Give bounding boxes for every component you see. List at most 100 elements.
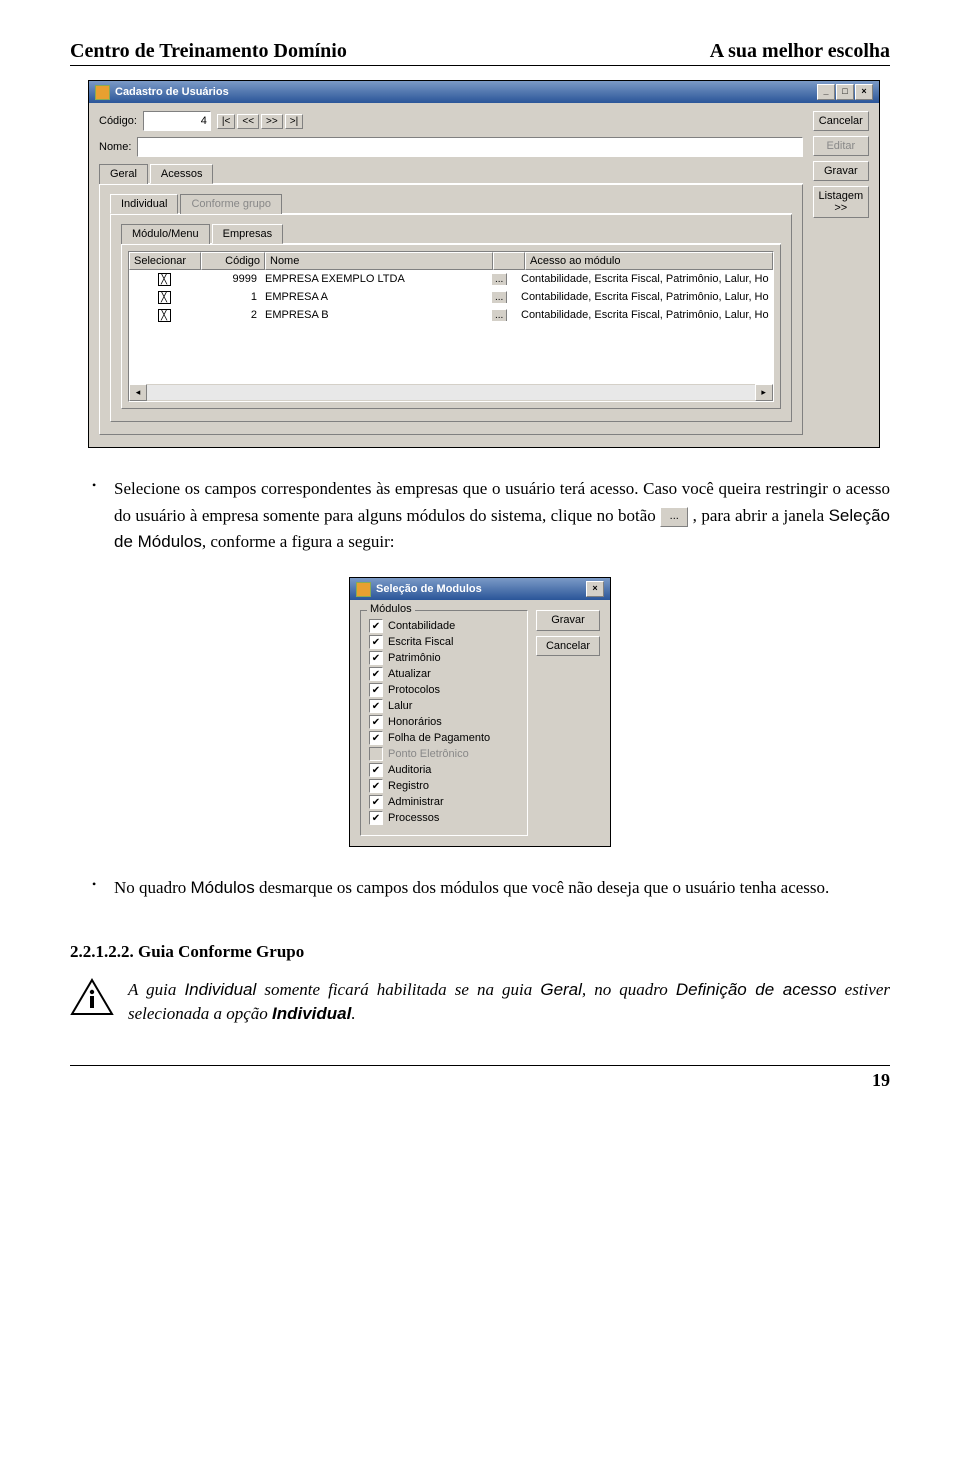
checkbox[interactable]: ╳	[158, 309, 171, 322]
module-checkbox-row[interactable]: ✔Honorários	[369, 715, 519, 729]
paragraph-2: No quadro Módulos desmarque os campos do…	[70, 875, 890, 901]
page-number: 19	[70, 1070, 890, 1091]
cadastro-usuarios-window: Cadastro de Usuários _ □ × Código: |< <<…	[88, 80, 880, 448]
col-selecionar[interactable]: Selecionar	[129, 252, 201, 270]
module-checkbox-row[interactable]: ✔ Administrar	[369, 795, 519, 809]
cell-nome: EMPRESA EXEMPLO LTDA	[261, 273, 487, 285]
col-nome[interactable]: Nome	[265, 252, 493, 270]
selecao-modulos-window: Seleção de Modulos × Módulos ✔Contabilid…	[349, 577, 611, 847]
cancelar-button[interactable]: Cancelar	[813, 111, 869, 131]
module-checkbox-row[interactable]: ✔ Escrita Fiscal	[369, 635, 519, 649]
editar-button[interactable]: Editar	[813, 136, 869, 156]
checkbox[interactable]: ✔	[369, 667, 383, 681]
checkbox[interactable]: ✔	[369, 619, 383, 633]
section-title: 2.2.1.2.2. Guia Conforme Grupo	[70, 942, 890, 962]
gravar-button[interactable]: Gravar	[813, 161, 869, 181]
checkbox[interactable]: ✔	[369, 651, 383, 665]
module-checkbox-row[interactable]: ✔ Folha de Pagamento	[369, 731, 519, 745]
cell-codigo: 2	[199, 309, 261, 321]
module-checkbox-row[interactable]: ✔ Protocolos	[369, 683, 519, 697]
close-icon[interactable]: ×	[855, 84, 873, 100]
tab-modulo-menu[interactable]: Módulo/Menu	[121, 224, 210, 244]
maximize-icon[interactable]: □	[836, 84, 854, 100]
module-checkbox-row[interactable]: ✔ Atualizar	[369, 667, 519, 681]
checkbox[interactable]: ✔	[369, 699, 383, 713]
module-checkbox-row[interactable]: ✔ Processos	[369, 811, 519, 825]
checkbox[interactable]: ✔	[369, 811, 383, 825]
tab-individual[interactable]: Individual	[110, 194, 178, 214]
app-icon	[356, 582, 371, 597]
module-label: Protocolos	[388, 684, 440, 696]
module-checkbox-row[interactable]: ✔ Auditoria	[369, 763, 519, 777]
table-row[interactable]: ╳ 9999EMPRESA EXEMPLO LTDA... Contabilidad…	[129, 270, 773, 288]
table-row[interactable]: ╳ 1EMPRESA A... Contabilidade, Escrita Fis…	[129, 288, 773, 306]
cell-codigo: 9999	[199, 273, 261, 285]
footer-rule	[70, 1065, 890, 1066]
checkbox[interactable]: ✔	[369, 795, 383, 809]
app-icon	[95, 85, 110, 100]
module-checkbox-row[interactable]: ✔ Patrimônio	[369, 651, 519, 665]
checkbox[interactable]: ✔	[369, 635, 383, 649]
cell-nome: EMPRESA A	[261, 291, 487, 303]
checkbox[interactable]: ✔	[369, 763, 383, 777]
nome-label: Nome:	[99, 141, 131, 153]
info-note: A guia Individual somente ficará habilit…	[70, 978, 890, 1027]
table-row[interactable]: ╳2EMPRESA B...Contabilidade, Escrita Fis…	[129, 306, 773, 324]
codigo-label: Código:	[99, 115, 137, 127]
module-label: Registro	[388, 780, 429, 792]
col-acesso[interactable]: Acesso ao módulo	[525, 252, 773, 270]
empresas-table: Selecionar Código Nome Acesso ao módulo …	[128, 251, 774, 402]
row-ellipsis-button[interactable]: ...	[491, 309, 507, 321]
nome-input[interactable]	[137, 137, 802, 157]
header-left: Centro de Treinamento Domínio	[70, 40, 347, 63]
window-title: Seleção de Modulos	[376, 583, 482, 595]
module-label: Atualizar	[388, 668, 431, 680]
row-ellipsis-button[interactable]: ...	[491, 291, 507, 303]
col-codigo[interactable]: Código	[201, 252, 265, 270]
horizontal-scrollbar[interactable]: ◂ ▸	[129, 384, 773, 401]
cancelar-button[interactable]: Cancelar	[536, 636, 600, 656]
checkbox[interactable]: ╳	[158, 273, 171, 286]
col-ellipsis	[493, 252, 525, 270]
cell-acesso: Contabilidade, Escrita Fiscal, Patrimôni…	[517, 273, 773, 285]
scroll-left-icon[interactable]: ◂	[129, 384, 147, 401]
checkbox[interactable]: ✔	[369, 731, 383, 745]
module-label: Ponto Eletrônico	[388, 748, 469, 760]
nav-prev-button[interactable]: <<	[237, 114, 259, 129]
module-checkbox-row[interactable]: ✔ Registro	[369, 779, 519, 793]
minimize-icon[interactable]: _	[817, 84, 835, 100]
module-label: Escrita Fiscal	[388, 636, 453, 648]
ellipsis-button-inline[interactable]: ...	[660, 507, 688, 527]
header-right: A sua melhor escolha	[710, 40, 890, 63]
scroll-right-icon[interactable]: ▸	[755, 384, 773, 401]
codigo-input[interactable]	[143, 111, 211, 131]
tab-acessos[interactable]: Acessos	[150, 164, 214, 184]
module-label: Patrimônio	[388, 652, 441, 664]
tab-empresas[interactable]: Empresas	[212, 224, 284, 244]
tab-conforme-grupo[interactable]: Conforme grupo	[180, 194, 282, 214]
nav-next-button[interactable]: >>	[261, 114, 283, 129]
module-label: Processos	[388, 812, 439, 824]
nav-last-button[interactable]: >|	[285, 114, 303, 129]
close-icon[interactable]: ×	[586, 581, 604, 597]
nav-first-button[interactable]: |<	[217, 114, 235, 129]
module-label: Auditoria	[388, 764, 431, 776]
module-checkbox-row[interactable]: ✔ Contabilidade	[369, 619, 519, 633]
module-label: Administrar	[388, 796, 444, 808]
paragraph-1: Selecione os campos correspondentes às e…	[70, 476, 890, 555]
titlebar: Seleção de Modulos ×	[350, 578, 610, 600]
listagem-button[interactable]: Listagem >>	[813, 186, 869, 218]
tab-geral[interactable]: Geral	[99, 164, 148, 184]
checkbox[interactable]: ╳	[158, 291, 171, 304]
checkbox[interactable]: ✔	[369, 779, 383, 793]
module-label: Folha de Pagamento	[388, 732, 490, 744]
cell-codigo: 1	[199, 291, 261, 303]
module-label: Contabilidade	[388, 620, 455, 632]
row-ellipsis-button[interactable]: ...	[491, 273, 507, 285]
checkbox[interactable]: ✔	[369, 715, 383, 729]
gravar-button[interactable]: Gravar	[536, 610, 600, 630]
module-checkbox-row: Ponto Eletrônico	[369, 747, 519, 761]
cell-acesso: Contabilidade, Escrita Fiscal, Patrimôni…	[517, 291, 773, 303]
module-checkbox-row[interactable]: ✔Lalur	[369, 699, 519, 713]
checkbox[interactable]: ✔	[369, 683, 383, 697]
